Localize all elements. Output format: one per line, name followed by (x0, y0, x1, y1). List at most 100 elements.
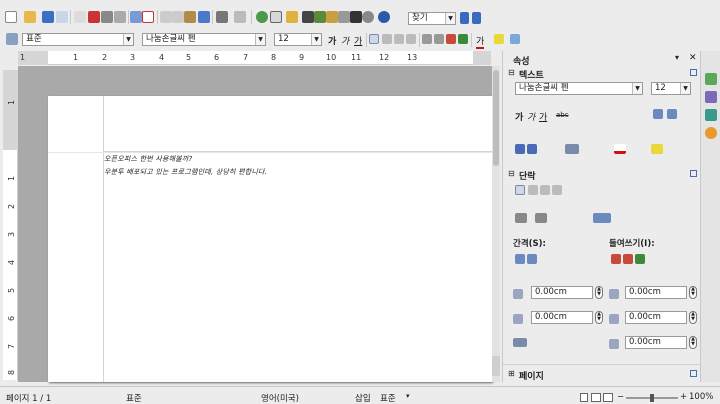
grow-font-icon[interactable] (653, 109, 663, 119)
copy-icon[interactable] (172, 11, 184, 23)
font-size-select[interactable]: 12 ▼ (274, 33, 322, 46)
table-icon[interactable] (270, 11, 282, 23)
sidebar-font-size-select[interactable]: 12 ▼ (651, 82, 691, 95)
chevron-down-icon[interactable]: ▼ (632, 83, 642, 94)
navigator-icon[interactable] (314, 11, 326, 23)
expand-icon[interactable]: ⊞ (508, 369, 515, 378)
page-count[interactable]: 페이지 1 / 1 (6, 392, 51, 404)
line-spacing-icon[interactable] (513, 338, 527, 347)
below-spacing-spinner[interactable]: ▲ ▼ (595, 311, 603, 324)
hanging-indent-icon[interactable] (635, 254, 645, 264)
export-pdf-icon[interactable] (88, 11, 100, 23)
sidebar-align-center-icon[interactable] (528, 185, 538, 195)
sidebar-bold-button[interactable]: 가 (515, 110, 523, 123)
find-previous-icon[interactable] (472, 12, 481, 24)
character-spacing-icon[interactable] (565, 144, 579, 154)
open-folder-icon[interactable] (24, 11, 36, 23)
sidebar-font-name-select[interactable]: 나눔손글씨 펜 ▼ (515, 82, 643, 95)
increase-indent-icon[interactable] (458, 34, 468, 44)
help-icon[interactable] (378, 11, 390, 23)
paragraph-style-select[interactable]: 표준 ▼ (22, 33, 134, 46)
format-paintbrush-icon[interactable] (198, 11, 210, 23)
justify-icon[interactable] (406, 34, 416, 44)
bold-button[interactable]: 가 (328, 34, 336, 47)
insert-mode[interactable]: 삽입 (355, 392, 371, 404)
spellcheck-icon[interactable] (130, 11, 142, 23)
email-icon[interactable] (56, 11, 68, 23)
book-view-icon[interactable] (603, 393, 613, 402)
sidebar-menu-icon[interactable]: ▾ (675, 53, 679, 62)
find-next-icon[interactable] (460, 12, 469, 24)
zoom-level[interactable]: 100% (689, 392, 713, 402)
collapse-icon[interactable]: ⊟ (508, 169, 515, 178)
font-color-button[interactable]: 가 (476, 34, 485, 49)
chevron-down-icon[interactable]: ▼ (445, 13, 455, 24)
sidebar-justify-icon[interactable] (552, 185, 562, 195)
align-right-icon[interactable] (394, 34, 404, 44)
formatting-marks-icon[interactable] (350, 11, 362, 23)
decrease-spacing-icon[interactable] (527, 254, 537, 264)
page-style[interactable]: 표준 (126, 392, 142, 404)
multi-page-view-icon[interactable] (591, 393, 601, 402)
gallery-tab-icon[interactable] (705, 109, 717, 121)
sidebar-bullets-icon[interactable] (535, 213, 547, 223)
highlight-color-icon[interactable] (651, 144, 663, 154)
after-text-field[interactable]: 0.00cm (625, 311, 687, 324)
increase-spacing-icon[interactable] (515, 254, 525, 264)
chevron-down-icon[interactable]: ▼ (123, 34, 133, 45)
above-spacing-field[interactable]: 0.00cm (531, 286, 593, 299)
find-replace-icon[interactable] (302, 11, 314, 23)
cut-icon[interactable] (160, 11, 172, 23)
vertical-ruler[interactable]: 1 1 2 3 4 5 6 7 8 (3, 70, 18, 380)
subscript-icon[interactable] (527, 144, 537, 154)
save-icon[interactable] (42, 11, 54, 23)
before-text-spinner[interactable]: ▲ ▼ (689, 286, 697, 299)
print-icon[interactable] (101, 11, 113, 23)
sidebar-strikethrough-button[interactable]: abc (556, 111, 569, 119)
horizontal-ruler[interactable]: 1 1 2 3 4 5 6 7 8 9 10 11 12 13 (18, 51, 491, 65)
redo-icon[interactable] (234, 11, 246, 23)
properties-tab-icon[interactable] (705, 73, 717, 85)
paragraph-background-icon[interactable] (593, 213, 611, 223)
navigator-tab-icon[interactable] (705, 127, 717, 139)
numbering-icon[interactable] (422, 34, 432, 44)
scrollbar-thumb[interactable] (493, 70, 499, 166)
autospell-icon[interactable] (142, 11, 154, 23)
zoom-icon[interactable] (362, 11, 374, 23)
superscript-icon[interactable] (515, 144, 525, 154)
sidebar-numbering-icon[interactable] (515, 213, 527, 223)
selection-dropdown-icon[interactable]: ▾ (406, 392, 410, 400)
text-section-title[interactable]: 텍스트 (519, 68, 544, 81)
bullets-icon[interactable] (434, 34, 444, 44)
page-section-title[interactable]: 페이지 (519, 369, 544, 382)
zoom-in-icon[interactable]: + (680, 392, 687, 402)
chevron-down-icon[interactable]: ▼ (311, 34, 321, 45)
align-center-icon[interactable] (382, 34, 392, 44)
chevron-down-icon[interactable]: ▼ (680, 83, 690, 94)
zoom-out-icon[interactable]: − (617, 392, 624, 402)
language[interactable]: 영어(미국) (261, 392, 299, 404)
edit-file-icon[interactable] (74, 11, 86, 23)
print-preview-icon[interactable] (114, 11, 126, 23)
vertical-scrollbar[interactable] (492, 66, 500, 382)
collapse-icon[interactable]: ⊟ (508, 68, 515, 77)
page[interactable]: 오픈오피스 한번 사용해볼까? 우분투 배포되고 있는 프로그램인데, 상당히 … (48, 96, 492, 382)
styles-icon[interactable] (6, 33, 18, 45)
underline-button[interactable]: 가 (354, 34, 362, 47)
zoom-slider-handle[interactable] (650, 394, 654, 402)
sidebar-decrease-indent-icon[interactable] (623, 254, 633, 264)
document-line[interactable]: 우분투 배포되고 있는 프로그램인데, 상당히 편합니다. (104, 167, 267, 177)
first-line-spinner[interactable]: ▲ ▼ (689, 336, 697, 349)
before-text-field[interactable]: 0.00cm (625, 286, 687, 299)
sidebar-underline-button[interactable]: 가 (539, 110, 547, 123)
new-document-icon[interactable] (5, 11, 17, 23)
paragraph-section-title[interactable]: 단락 (519, 169, 536, 182)
sidebar-align-right-icon[interactable] (540, 185, 550, 195)
selection-mode[interactable]: 표준 (380, 392, 396, 404)
paste-icon[interactable] (184, 11, 196, 23)
single-page-view-icon[interactable] (580, 393, 588, 402)
sidebar-italic-button[interactable]: 가 (527, 110, 535, 123)
data-sources-icon[interactable] (338, 11, 350, 23)
below-spacing-field[interactable]: 0.00cm (531, 311, 593, 324)
sidebar-increase-indent-icon[interactable] (611, 254, 621, 264)
